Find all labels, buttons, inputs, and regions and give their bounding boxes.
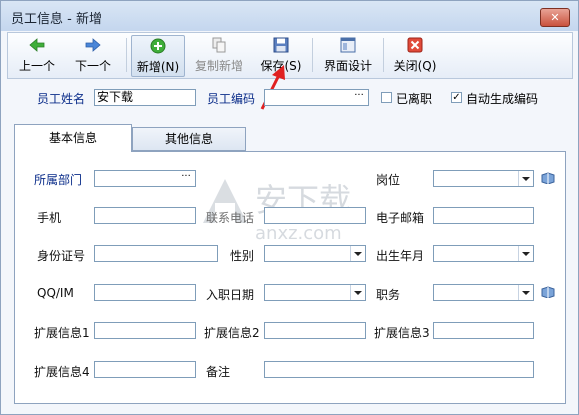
add-button[interactable]: 新增(N) bbox=[131, 35, 185, 77]
chevron-down-icon[interactable] bbox=[350, 246, 365, 261]
ext-info-3-label: 扩展信息3 bbox=[374, 326, 430, 340]
floppy-disk-icon bbox=[273, 37, 289, 53]
department-label: 所属部门 bbox=[34, 173, 83, 187]
employee-name-label: 员工姓名 bbox=[37, 92, 86, 106]
window: 员工信息 - 新增 ✕ 上一个 下一个 新增(N) 复制新增 保存(S) 界面设… bbox=[0, 0, 579, 415]
toolbar-separator bbox=[126, 38, 127, 72]
title-bar: 员工信息 - 新增 ✕ bbox=[1, 1, 578, 31]
toolbar-separator bbox=[312, 38, 313, 72]
ext-info-4-input[interactable] bbox=[94, 361, 196, 378]
close-button[interactable]: 关闭(Q) bbox=[389, 35, 441, 75]
auto-code-label: 自动生成编码 bbox=[466, 92, 539, 106]
close-label: 关闭(Q) bbox=[393, 59, 437, 73]
mobile-input[interactable] bbox=[94, 207, 196, 224]
remark-input[interactable] bbox=[264, 361, 534, 378]
id-card-input[interactable] bbox=[94, 245, 218, 262]
employee-code-browse-button[interactable]: ··· bbox=[350, 90, 368, 105]
plus-circle-icon bbox=[150, 38, 166, 54]
next-label: 下一个 bbox=[74, 59, 111, 73]
qq-input[interactable] bbox=[94, 284, 196, 301]
job-label: 职务 bbox=[376, 288, 401, 302]
job-select[interactable] bbox=[433, 284, 534, 301]
toolbar-separator bbox=[383, 38, 384, 72]
ext-info-1-input[interactable] bbox=[94, 322, 196, 339]
department-browse-button[interactable]: ··· bbox=[177, 171, 195, 186]
birth-label: 出生年月 bbox=[376, 249, 425, 263]
copy-add-button[interactable]: 复制新增 bbox=[191, 35, 247, 75]
arrow-right-icon bbox=[85, 38, 101, 52]
prev-label: 上一个 bbox=[18, 59, 55, 73]
prev-button[interactable]: 上一个 bbox=[12, 35, 62, 75]
tab-other-info[interactable]: 其他信息 bbox=[132, 127, 246, 151]
book-icon[interactable] bbox=[541, 286, 555, 298]
remark-label: 备注 bbox=[206, 365, 231, 379]
qq-label: QQ/IM bbox=[37, 286, 74, 300]
gender-select[interactable] bbox=[264, 245, 366, 262]
ext-info-2-input[interactable] bbox=[264, 322, 366, 339]
join-date-label: 入职日期 bbox=[206, 288, 255, 302]
layout-icon bbox=[340, 37, 356, 53]
copy-icon bbox=[212, 37, 226, 53]
phone-input[interactable] bbox=[264, 207, 366, 224]
email-label: 电子邮箱 bbox=[376, 211, 425, 225]
ext-info-4-label: 扩展信息4 bbox=[34, 365, 90, 379]
department-input[interactable]: ··· bbox=[94, 170, 196, 187]
resigned-label: 已离职 bbox=[396, 92, 433, 106]
chevron-down-icon[interactable] bbox=[350, 285, 365, 300]
close-icon bbox=[407, 37, 423, 53]
employee-name-input[interactable]: 安下载 bbox=[94, 89, 196, 106]
ext-info-2-label: 扩展信息2 bbox=[204, 326, 260, 340]
design-label: 界面设计 bbox=[323, 59, 372, 73]
phone-label: 联系电话 bbox=[206, 211, 255, 225]
auto-code-checkbox[interactable]: ✓ bbox=[451, 92, 462, 103]
arrow-left-icon bbox=[29, 38, 45, 52]
gender-label: 性别 bbox=[230, 249, 255, 263]
ext-info-3-input[interactable] bbox=[433, 322, 534, 339]
birth-select[interactable] bbox=[433, 245, 534, 262]
ext-info-1-label: 扩展信息1 bbox=[34, 326, 90, 340]
chevron-down-icon[interactable] bbox=[518, 171, 533, 186]
chevron-down-icon[interactable] bbox=[518, 246, 533, 261]
window-title: 员工信息 - 新增 bbox=[11, 12, 102, 27]
copy-add-label: 复制新增 bbox=[194, 59, 243, 73]
post-label: 岗位 bbox=[376, 173, 401, 187]
next-button[interactable]: 下一个 bbox=[68, 35, 118, 75]
join-date-select[interactable] bbox=[264, 284, 366, 301]
book-icon[interactable] bbox=[541, 172, 555, 184]
resigned-checkbox[interactable] bbox=[381, 92, 392, 103]
chevron-down-icon[interactable] bbox=[518, 285, 533, 300]
window-close-button[interactable]: ✕ bbox=[540, 8, 570, 27]
mobile-label: 手机 bbox=[37, 211, 62, 225]
post-select[interactable] bbox=[433, 170, 534, 187]
employee-code-label: 员工编码 bbox=[207, 92, 256, 106]
add-label: 新增(N) bbox=[136, 60, 180, 74]
design-button[interactable]: 界面设计 bbox=[319, 35, 377, 75]
tab-basic-info[interactable]: 基本信息 bbox=[14, 124, 132, 152]
email-input[interactable] bbox=[433, 207, 534, 224]
employee-code-input[interactable]: ··· bbox=[264, 89, 369, 106]
id-card-label: 身份证号 bbox=[37, 249, 86, 263]
